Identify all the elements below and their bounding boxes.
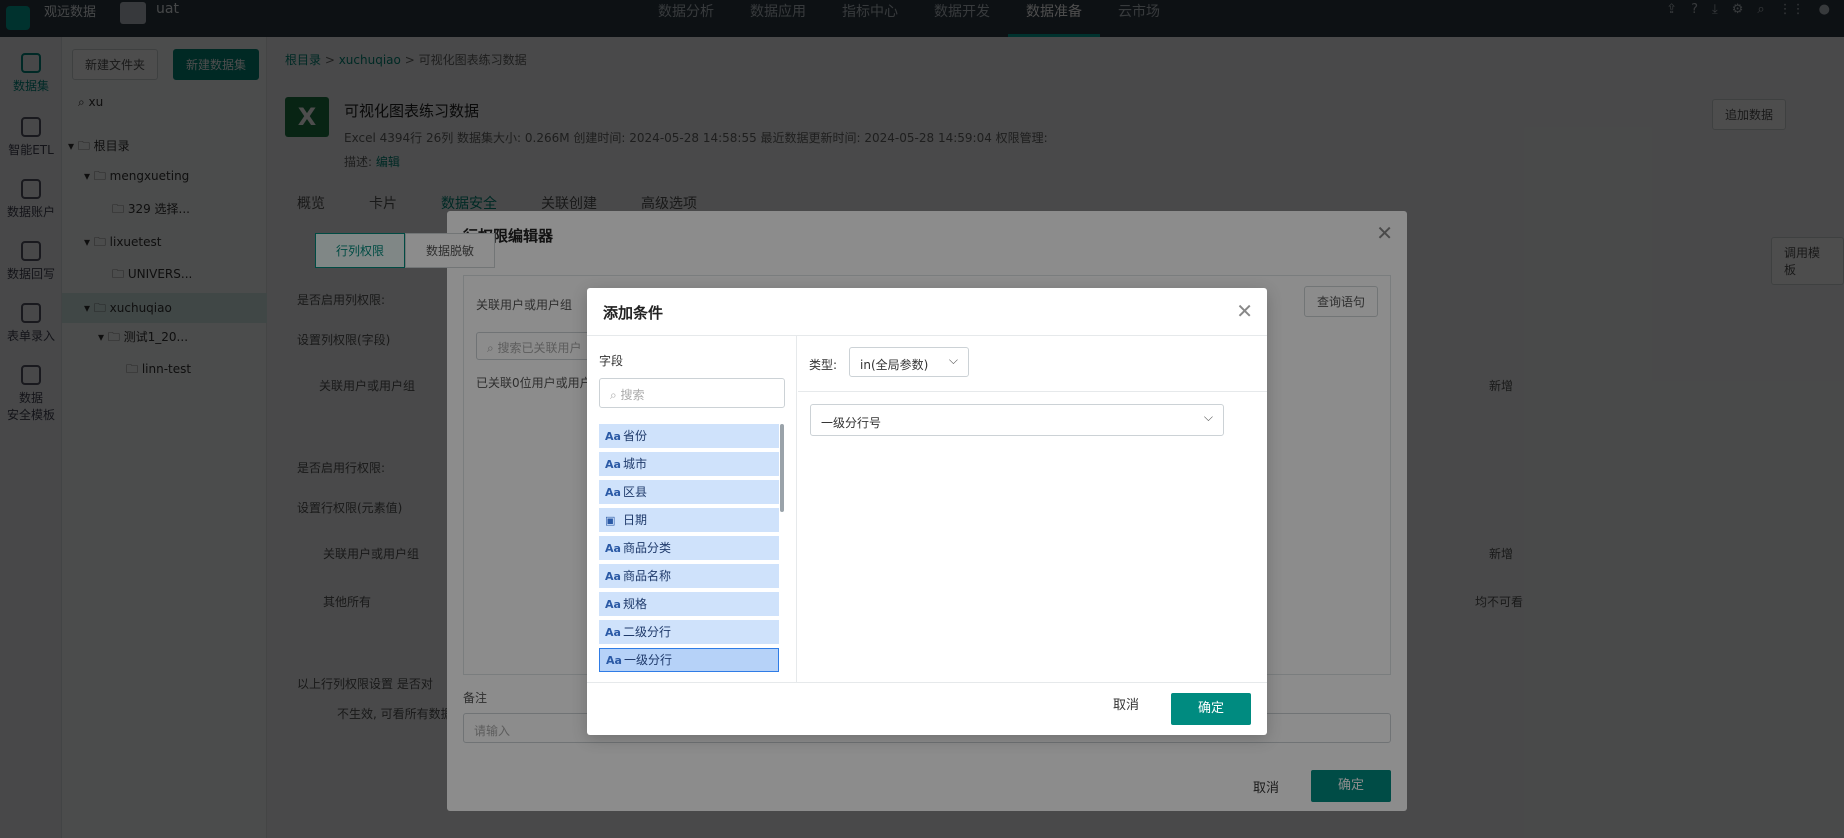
field-name: 二级分行 xyxy=(623,625,672,639)
field-item-city[interactable]: Aa 城市 xyxy=(599,452,779,476)
param-select-value: 一级分行号 xyxy=(821,416,882,430)
divider xyxy=(587,682,1267,683)
field-name: 日期 xyxy=(623,513,648,527)
text-type-icon: Aa xyxy=(605,458,621,471)
field-label: 字段 xyxy=(599,354,624,368)
field-panel: 字段 ⌕ 搜索 Aa 省份 Aa 城市 Aa 区县 ▣ 日期 Aa 商品分类 Aa 商品名称… xyxy=(587,336,797,682)
text-type-icon: Aa xyxy=(605,626,621,639)
field-name: 商品名称 xyxy=(623,569,672,583)
field-list: Aa 省份 Aa 城市 Aa 区县 ▣ 日期 Aa 商品分类 Aa 商品名称 Aa 规格 Aa… xyxy=(599,424,779,676)
field-item-category[interactable]: Aa 商品分类 xyxy=(599,536,779,560)
field-name: 区县 xyxy=(623,485,648,499)
text-type-icon: Aa xyxy=(605,486,621,499)
field-item-branch1-selected[interactable]: Aa 一级分行 xyxy=(599,648,779,672)
field-name: 规格 xyxy=(623,597,648,611)
chevron-down-icon: ⌵ xyxy=(948,353,958,367)
field-item-product[interactable]: Aa 商品名称 xyxy=(599,564,779,588)
text-type-icon: Aa xyxy=(605,542,621,555)
cancel-button[interactable]: 取消 xyxy=(1113,694,1139,713)
divider xyxy=(798,391,1267,392)
calendar-icon: ▣ xyxy=(605,514,616,527)
field-name: 城市 xyxy=(623,457,648,471)
field-item-district[interactable]: Aa 区县 xyxy=(599,480,779,504)
field-name: 商品分类 xyxy=(623,541,672,555)
field-item-province[interactable]: Aa 省份 xyxy=(599,424,779,448)
field-item-date[interactable]: ▣ 日期 xyxy=(599,508,779,532)
text-type-icon: Aa xyxy=(605,430,621,443)
field-search-input[interactable]: ⌕ 搜索 xyxy=(599,378,785,408)
field-name: 一级分行 xyxy=(624,653,673,667)
type-label: 类型: xyxy=(809,358,838,372)
text-type-icon: Aa xyxy=(606,654,622,667)
field-list-scrollbar[interactable] xyxy=(780,424,784,512)
field-search-placeholder: 搜索 xyxy=(620,388,645,402)
field-item-spec[interactable]: Aa 规格 xyxy=(599,592,779,616)
field-item-branch2[interactable]: Aa 二级分行 xyxy=(599,620,779,644)
chevron-down-icon: ⌵ xyxy=(1203,410,1213,424)
field-name: 省份 xyxy=(623,429,648,443)
text-type-icon: Aa xyxy=(605,570,621,583)
add-condition-modal: 添加条件 ✕ 字段 ⌕ 搜索 Aa 省份 Aa 城市 Aa 区县 ▣ 日期 Aa 商品分类… xyxy=(587,288,1267,735)
search-icon: ⌕ xyxy=(610,388,621,402)
close-icon[interactable]: ✕ xyxy=(1236,301,1253,321)
text-type-icon: Aa xyxy=(605,598,621,611)
modal-title: 添加条件 xyxy=(603,304,664,322)
confirm-button[interactable]: 确定 xyxy=(1171,693,1251,725)
type-select-value: in(全局参数) xyxy=(860,358,929,372)
param-select[interactable]: 一级分行号 ⌵ xyxy=(810,404,1224,436)
type-select[interactable]: in(全局参数) ⌵ xyxy=(849,347,969,377)
app-root: 观远数据 uat 数据分析 数据应用 指标中心 数据开发 数据准备 云市场 ⇪ … xyxy=(0,0,1844,838)
